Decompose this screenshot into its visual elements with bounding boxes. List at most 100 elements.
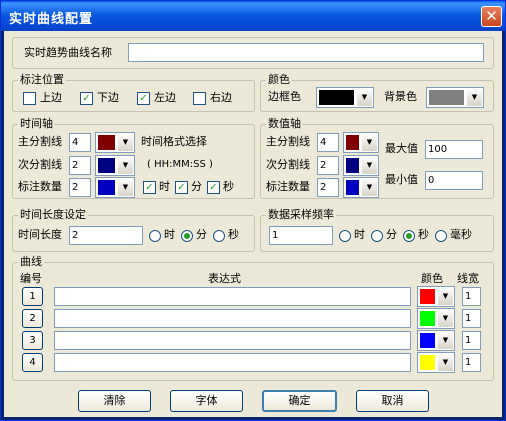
cancel-button[interactable]: 取消: [356, 390, 429, 412]
bg-color-label: 背景色: [384, 90, 417, 103]
chevron-down-icon[interactable]: ▼: [361, 178, 378, 197]
chevron-down-icon[interactable]: ▼: [117, 156, 134, 175]
value-major-label: 主分割线: [266, 135, 310, 148]
value-major-color-swatch: [346, 135, 359, 150]
value-count-color-select[interactable]: ▼: [343, 177, 379, 198]
time-major-label: 主分割线: [18, 135, 62, 148]
sampling-group: 数据采样频率 时 分 秒 毫秒: [260, 208, 494, 252]
time-length-title: 时间长度设定: [18, 208, 88, 222]
chevron-down-icon[interactable]: ▼: [437, 331, 454, 350]
chevron-down-icon[interactable]: ▼: [117, 178, 134, 197]
time-axis-title: 时间轴: [18, 117, 55, 131]
value-axis-group: 数值轴 主分割线 ▼ 次分割线 ▼ 标注数量 ▼ 最大值 最小值: [260, 117, 494, 199]
label-right-text: 右边: [210, 91, 232, 104]
format-minute-text: 分: [191, 180, 202, 193]
bg-color-swatch: [429, 90, 464, 105]
format-hour-checkbox[interactable]: ✓: [143, 181, 156, 194]
format-second-checkbox[interactable]: ✓: [207, 181, 220, 194]
time-major-color-select[interactable]: ▼: [95, 132, 135, 153]
chevron-down-icon[interactable]: ▼: [437, 309, 454, 328]
time-count-input[interactable]: [69, 178, 91, 197]
curve-4-color-select[interactable]: ▼: [417, 352, 455, 373]
min-value-input[interactable]: [425, 171, 483, 190]
label-position-group: 标注位置 上边 ✓ 下边 ✓ 左边 右边: [12, 73, 255, 112]
chevron-down-icon[interactable]: ▼: [361, 133, 378, 152]
curve-2-width-input[interactable]: [462, 309, 481, 328]
curve-2-expression-input[interactable]: [54, 309, 411, 328]
time-count-label: 标注数量: [18, 180, 62, 193]
time-length-second-radio[interactable]: [213, 230, 225, 242]
time-length-label: 时间长度: [18, 228, 62, 241]
value-count-input[interactable]: [317, 178, 339, 197]
curve-3-color-select[interactable]: ▼: [417, 330, 455, 351]
label-left-text: 左边: [154, 91, 176, 104]
curve-3-color-swatch: [420, 333, 435, 348]
sampling-second-radio[interactable]: [403, 230, 415, 242]
value-minor-input[interactable]: [317, 156, 339, 175]
bg-color-select[interactable]: ▼: [426, 87, 484, 108]
curve-1-color-select[interactable]: ▼: [417, 286, 455, 307]
label-top-checkbox[interactable]: [23, 92, 36, 105]
time-length-group: 时间长度设定 时间长度 时 分 秒: [12, 208, 255, 252]
close-button[interactable]: ✕: [481, 6, 502, 27]
curve-4-width-input[interactable]: [462, 353, 481, 372]
sampling-hour-text: 时: [354, 228, 365, 241]
sampling-minute-radio[interactable]: [371, 230, 383, 242]
time-format-label: 时间格式选择: [141, 135, 207, 148]
chevron-down-icon[interactable]: ▼: [466, 88, 483, 107]
chevron-down-icon[interactable]: ▼: [361, 156, 378, 175]
time-minor-color-select[interactable]: ▼: [95, 155, 135, 176]
curve-4-button[interactable]: 4: [22, 353, 43, 372]
time-count-color-select[interactable]: ▼: [95, 177, 135, 198]
sampling-second-text: 秒: [418, 228, 429, 241]
sampling-ms-text: 毫秒: [450, 228, 472, 241]
curve-2-color-swatch: [420, 311, 435, 326]
time-length-hour-radio[interactable]: [149, 230, 161, 242]
curve-4-expression-input[interactable]: [54, 353, 411, 372]
format-hour-text: 时: [159, 180, 170, 193]
clear-button[interactable]: 清除: [78, 390, 151, 412]
title-bar[interactable]: 实时曲线配置 ✕: [1, 1, 505, 31]
ok-button[interactable]: 确定: [262, 390, 337, 412]
time-length-input[interactable]: [69, 226, 143, 245]
name-group: 实时趋势曲线名称: [12, 37, 494, 69]
label-bottom-text: 下边: [97, 91, 119, 104]
chevron-down-icon[interactable]: ▼: [437, 353, 454, 372]
curve-3-button[interactable]: 3: [22, 331, 43, 350]
label-bottom-checkbox[interactable]: ✓: [80, 92, 93, 105]
time-major-input[interactable]: [69, 133, 91, 152]
value-minor-color-select[interactable]: ▼: [343, 155, 379, 176]
curve-1-color-swatch: [420, 289, 435, 304]
border-color-select[interactable]: ▼: [316, 87, 374, 108]
curve-3-expression-input[interactable]: [54, 331, 411, 350]
colors-title: 颜色: [266, 73, 292, 87]
label-left-checkbox[interactable]: ✓: [137, 92, 150, 105]
time-minor-color-swatch: [98, 158, 115, 173]
max-value-input[interactable]: [425, 140, 483, 159]
value-count-label: 标注数量: [266, 180, 310, 193]
curve-1-expression-input[interactable]: [54, 287, 411, 306]
sampling-input[interactable]: [269, 226, 333, 245]
sampling-ms-radio[interactable]: [435, 230, 447, 242]
sampling-title: 数据采样频率: [266, 208, 336, 222]
curve-2-color-select[interactable]: ▼: [417, 308, 455, 329]
time-length-minute-radio[interactable]: [181, 230, 193, 242]
font-button[interactable]: 字体: [170, 390, 243, 412]
window-title: 实时曲线配置: [9, 12, 94, 27]
curve-2-button[interactable]: 2: [22, 309, 43, 328]
format-minute-checkbox[interactable]: ✓: [175, 181, 188, 194]
curves-title: 曲线: [18, 255, 44, 269]
curve-1-width-input[interactable]: [462, 287, 481, 306]
label-right-checkbox[interactable]: [193, 92, 206, 105]
curve-1-button[interactable]: 1: [22, 287, 43, 306]
sampling-hour-radio[interactable]: [339, 230, 351, 242]
curve-name-input[interactable]: [128, 43, 484, 62]
curve-3-width-input[interactable]: [462, 331, 481, 350]
time-minor-input[interactable]: [69, 156, 91, 175]
value-major-color-select[interactable]: ▼: [343, 132, 379, 153]
col-color-header: 颜色: [421, 272, 443, 285]
chevron-down-icon[interactable]: ▼: [117, 133, 134, 152]
value-major-input[interactable]: [317, 133, 339, 152]
chevron-down-icon[interactable]: ▼: [356, 88, 373, 107]
chevron-down-icon[interactable]: ▼: [437, 287, 454, 306]
